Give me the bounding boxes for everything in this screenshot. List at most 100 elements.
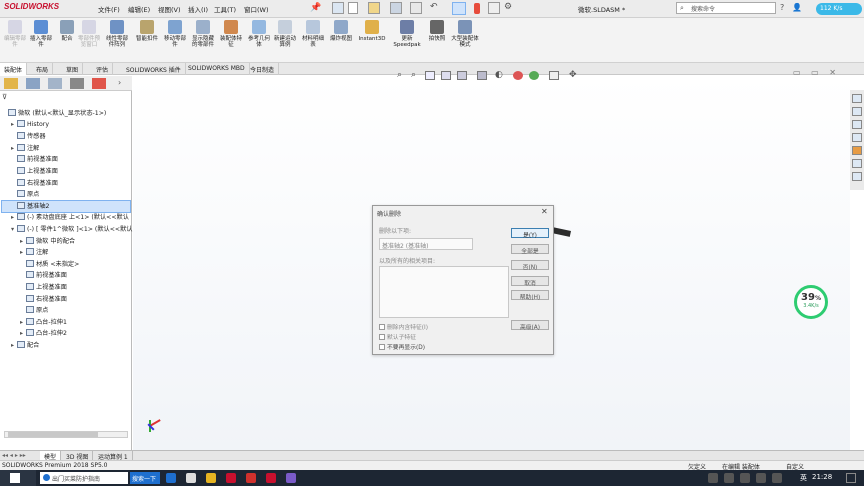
tree-item[interactable]: 右视基准面 xyxy=(2,294,130,306)
language-indicator[interactable]: 英 xyxy=(800,473,807,483)
volume-icon[interactable] xyxy=(756,473,766,483)
view-palette-icon[interactable] xyxy=(852,133,862,142)
hide-show-icon[interactable]: ◐ xyxy=(495,70,503,80)
view-orientation-icon[interactable] xyxy=(457,71,467,80)
large-assembly-mode-button[interactable]: 大型装配体模式 xyxy=(450,20,480,60)
task-home-icon[interactable] xyxy=(852,94,862,103)
property-manager-icon[interactable] xyxy=(26,78,40,89)
network-icon[interactable] xyxy=(772,473,782,483)
user-icon[interactable]: 👤 xyxy=(792,3,802,12)
smart-fastener-button[interactable]: 智能扣件 xyxy=(134,20,160,60)
file-explorer-taskbar-icon[interactable] xyxy=(206,473,216,483)
command-search-input[interactable]: 搜索命令 xyxy=(676,2,776,14)
dont-show-again-checkbox[interactable]: 不要再显示(D) xyxy=(379,342,425,351)
dimxpert-icon[interactable] xyxy=(70,78,84,89)
edit-component-button[interactable]: 编辑零部件 xyxy=(2,20,28,60)
tree-item[interactable]: ▸ 凸台-拉伸2 xyxy=(2,328,130,340)
move-component-button[interactable]: 移动零部件 xyxy=(162,20,188,60)
zoom-fit-icon[interactable]: ⌕ xyxy=(397,70,402,80)
tree-item[interactable]: 微软 (默认<默认_显示状态-1>) xyxy=(2,108,130,120)
app-taskbar-icon[interactable] xyxy=(286,473,296,483)
tree-item[interactable]: ▾ (-) [ 零件1^微软 ]<1> (默认<<默认 xyxy=(2,224,132,236)
menu-file[interactable]: 文件(F) xyxy=(98,4,120,14)
tray-icon-3[interactable] xyxy=(740,473,750,483)
tree-item[interactable]: 材质 <未指定> xyxy=(2,259,130,271)
insert-component-button[interactable]: 插入零部件 xyxy=(28,20,54,60)
clock[interactable]: 21:28 xyxy=(812,473,832,481)
tab-evaluate[interactable]: 评估 xyxy=(92,63,114,75)
tab-sketch[interactable]: 草图 xyxy=(62,63,84,75)
tree-item[interactable]: ▸ 凸台-拉伸1 xyxy=(2,317,130,329)
no-button[interactable]: 否(N) xyxy=(511,260,549,271)
help-button[interactable]: 帮助(H) xyxy=(511,290,549,301)
acrobat-icon[interactable] xyxy=(246,473,256,483)
appearances-icon[interactable] xyxy=(852,146,862,155)
tree-item[interactable]: 前视基准面 xyxy=(2,270,130,282)
component-preview-button[interactable]: 零部件预览窗口 xyxy=(76,20,102,60)
scrollbar-thumb[interactable] xyxy=(8,432,98,437)
undo-icon[interactable]: ↶ xyxy=(430,2,438,12)
feature-tree-icon[interactable] xyxy=(4,78,18,89)
instant3d-button[interactable]: Instant3D xyxy=(356,20,388,60)
solidworks-logo[interactable]: SOLIDWORKS xyxy=(4,2,64,16)
assembly-feature-button[interactable]: 装配体特征 xyxy=(218,20,244,60)
menu-tools[interactable]: 工具(T) xyxy=(214,4,236,14)
tree-item[interactable]: ▸ History xyxy=(2,119,130,132)
snapshot-button[interactable]: 拍快照 xyxy=(424,20,450,60)
solidworks-taskbar-icon[interactable] xyxy=(226,473,236,483)
taskbar-search-input[interactable]: 出门买菜防护指南 xyxy=(40,472,128,484)
gear-icon[interactable]: ⚙ xyxy=(504,2,512,12)
tree-item[interactable]: 上视基准面 xyxy=(2,282,130,294)
tree-item[interactable]: 上视基准面 xyxy=(2,166,130,178)
scene-icon[interactable] xyxy=(529,71,539,80)
edge-icon[interactable] xyxy=(166,473,176,483)
save-icon[interactable] xyxy=(390,2,402,14)
menu-window[interactable]: 窗口(W) xyxy=(244,4,269,14)
display-manager-icon[interactable] xyxy=(92,78,106,89)
new-doc-icon[interactable] xyxy=(348,2,358,14)
tree-item[interactable]: ▸ 注解 xyxy=(2,247,130,259)
linear-pattern-button[interactable]: 线性零部件阵列 xyxy=(104,20,130,60)
cancel-button[interactable]: 取消 xyxy=(511,276,549,287)
tab-mbd[interactable]: SOLIDWORKS MBD xyxy=(184,63,250,75)
forum-icon[interactable] xyxy=(852,172,862,181)
tab-addins[interactable]: SOLIDWORKS 插件 xyxy=(122,63,186,75)
pin-icon[interactable]: 📌 xyxy=(310,3,321,13)
notification-icon[interactable] xyxy=(846,473,856,483)
print-icon[interactable] xyxy=(410,2,422,14)
delete-absorbed-checkbox[interactable]: 删除内含特征(I) xyxy=(379,322,428,331)
appearance-icon[interactable] xyxy=(513,71,523,80)
tree-item[interactable]: 右视基准面 xyxy=(2,178,130,190)
solidworks-taskbar-icon-2[interactable] xyxy=(266,473,276,483)
menu-edit[interactable]: 编辑(E) xyxy=(128,4,150,14)
tree-item[interactable]: 原点 xyxy=(2,305,130,317)
default-child-checkbox[interactable]: 默认子特征 xyxy=(379,332,416,341)
tab-layout[interactable]: 布局 xyxy=(32,63,54,75)
tree-item[interactable]: ▸ 配合 xyxy=(2,340,130,352)
tree-item[interactable]: 原点 xyxy=(2,189,130,201)
show-hidden-button[interactable]: 显示隐藏的零部件 xyxy=(190,20,216,60)
tab-nav-arrows[interactable]: ◂◂ ◂ ▸ ▸▸ xyxy=(2,452,26,459)
exploded-view-button[interactable]: 爆炸视图 xyxy=(328,20,354,60)
tab-today-manufacturing[interactable]: 今日制造 xyxy=(246,63,280,75)
display-style-icon[interactable] xyxy=(477,71,487,80)
yes-to-all-button[interactable]: 全部是 xyxy=(511,244,549,255)
open-folder-icon[interactable] xyxy=(368,2,380,14)
help-icon[interactable]: ? xyxy=(780,3,784,12)
start-button[interactable] xyxy=(0,470,36,486)
close-icon[interactable]: ✕ xyxy=(829,68,836,77)
new-motion-study-button[interactable]: 新建运动算例 xyxy=(272,20,298,60)
tree-item[interactable]: ▸ 注解 xyxy=(2,143,130,155)
rebuild-icon[interactable] xyxy=(488,2,500,14)
chevron-right-icon[interactable]: › xyxy=(118,78,121,87)
file-explorer-icon[interactable] xyxy=(852,120,862,129)
filter-icon[interactable]: ⊽ xyxy=(2,93,7,101)
task-view-icon[interactable] xyxy=(186,473,196,483)
tray-icon-2[interactable] xyxy=(724,473,734,483)
select-cursor-icon[interactable] xyxy=(452,2,466,15)
network-speed-widget[interactable]: 39% 3.4K/s xyxy=(794,285,828,319)
tab-assembly[interactable]: 装配体 xyxy=(0,63,28,75)
menu-view[interactable]: 视图(V) xyxy=(158,4,181,14)
dialog-close-icon[interactable]: ✕ xyxy=(541,207,548,216)
related-items-list[interactable] xyxy=(379,266,509,318)
